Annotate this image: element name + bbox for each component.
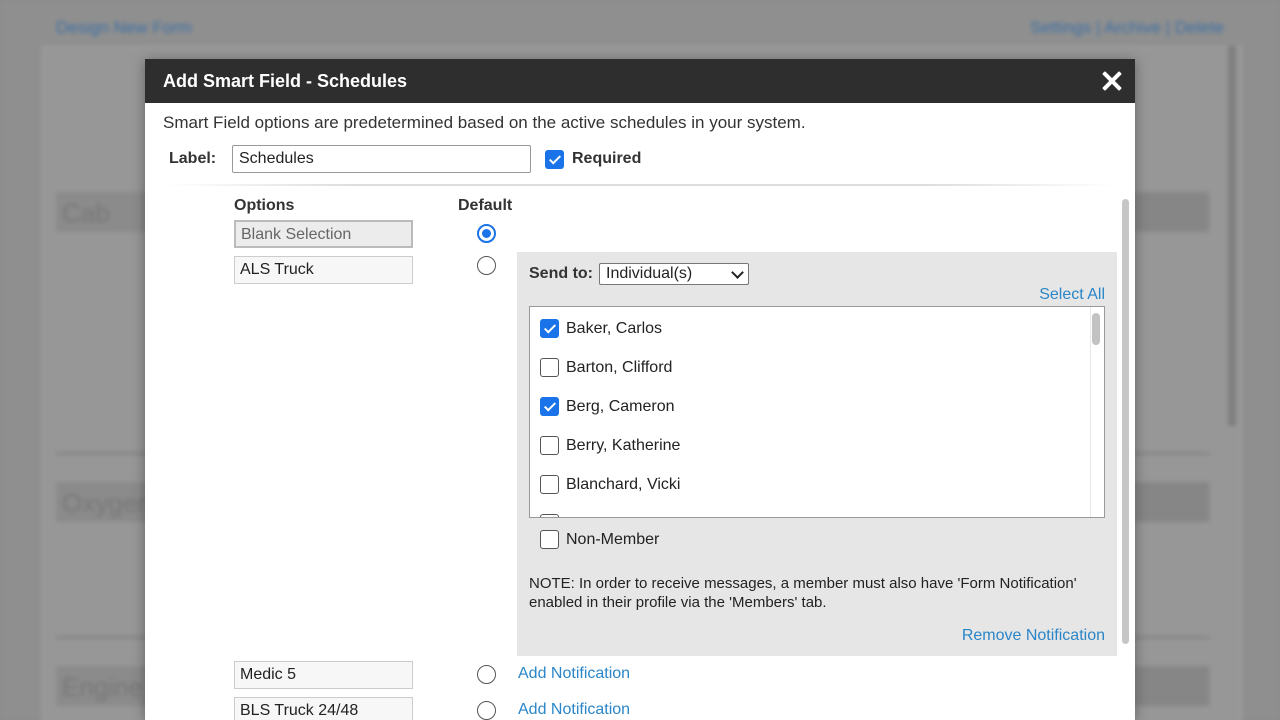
options-column-header: Options xyxy=(234,197,295,214)
bg-card-button xyxy=(1138,666,1208,706)
notification-panel: Send to: Individual(s) Select All Baker,… xyxy=(517,252,1117,656)
non-member-checkbox[interactable] xyxy=(540,530,559,549)
list-item-partial[interactable] xyxy=(540,514,566,517)
member-name: Barton, Clifford xyxy=(566,358,673,376)
modal-scrollbar[interactable] xyxy=(1122,199,1129,644)
top-right-links: Settings | Archive | Delete xyxy=(1029,18,1224,37)
check-icon xyxy=(543,321,556,334)
bg-card-button xyxy=(1138,192,1208,232)
member-name: Berry, Katherine xyxy=(566,436,681,454)
list-item[interactable]: Baker, Carlos xyxy=(540,319,662,338)
background-scrollbar xyxy=(1228,46,1236,426)
member-checkbox[interactable] xyxy=(540,514,559,517)
option-input[interactable]: Medic 5 xyxy=(234,661,413,689)
intro-text: Smart Field options are predetermined ba… xyxy=(163,113,806,132)
member-checkbox[interactable] xyxy=(540,397,559,416)
member-list[interactable]: Baker, Carlos Barton, Clifford Berg, Cam… xyxy=(529,306,1105,518)
send-to-label: Send to: xyxy=(529,265,593,282)
list-item[interactable]: Blanchard, Vicki xyxy=(540,475,680,494)
options-area: Options Default Blank Selection ALS Truc… xyxy=(145,192,1135,720)
smart-field-modal: Add Smart Field - Schedules Smart Field … xyxy=(145,59,1135,720)
member-checkbox[interactable] xyxy=(540,358,559,377)
label-input[interactable] xyxy=(232,145,531,173)
close-icon[interactable] xyxy=(1101,70,1123,92)
option-input[interactable]: Blank Selection xyxy=(234,220,413,248)
bg-card-title: Cab xyxy=(62,198,110,228)
member-name: Blanchard, Vicki xyxy=(566,475,681,493)
default-radio[interactable] xyxy=(477,701,496,720)
non-member-row[interactable]: Non-Member xyxy=(540,530,659,549)
option-input[interactable]: BLS Truck 24/48 xyxy=(234,697,413,720)
member-checkbox[interactable] xyxy=(540,436,559,455)
chevron-down-icon xyxy=(731,265,744,279)
list-scrollbar[interactable] xyxy=(1092,313,1100,345)
default-radio[interactable] xyxy=(477,256,496,275)
design-new-form-link: Design New Form xyxy=(56,18,193,37)
check-icon xyxy=(543,399,556,412)
modal-title: Add Smart Field - Schedules xyxy=(163,70,408,91)
label-row: Label: Required xyxy=(169,145,641,173)
list-item[interactable]: Barton, Clifford xyxy=(540,358,672,377)
remove-notification-link[interactable]: Remove Notification xyxy=(962,627,1105,645)
divider xyxy=(163,184,1118,186)
list-item[interactable]: Berry, Katherine xyxy=(540,436,680,455)
bg-card-button xyxy=(1138,482,1208,522)
member-name: Berg, Cameron xyxy=(566,397,675,415)
label-caption: Label: xyxy=(169,150,217,167)
default-radio[interactable] xyxy=(477,665,496,684)
member-checkbox[interactable] xyxy=(540,475,559,494)
required-checkbox[interactable] xyxy=(545,149,564,169)
add-notification-link[interactable]: Add Notification xyxy=(518,665,630,683)
check-icon xyxy=(548,151,561,165)
add-notification-link[interactable]: Add Notification xyxy=(518,701,630,719)
bg-card-title: Oxygen xyxy=(62,488,152,518)
member-name: Baker, Carlos xyxy=(566,319,663,337)
send-to-row: Send to: Individual(s) xyxy=(529,263,749,285)
bg-card-title: Engine xyxy=(62,672,143,702)
list-item[interactable]: Berg, Cameron xyxy=(540,397,675,416)
required-label: Required xyxy=(572,150,642,167)
default-radio[interactable] xyxy=(477,224,496,243)
list-scrollbar-track xyxy=(1090,307,1091,517)
option-input[interactable]: ALS Truck xyxy=(234,256,413,284)
notification-note: NOTE: In order to receive messages, a me… xyxy=(529,575,1077,611)
modal-header: Add Smart Field - Schedules xyxy=(145,59,1135,103)
send-to-select[interactable]: Individual(s) xyxy=(599,263,749,285)
member-checkbox[interactable] xyxy=(540,319,559,338)
non-member-label: Non-Member xyxy=(566,530,660,548)
select-all-link[interactable]: Select All xyxy=(1039,286,1105,304)
send-to-value: Individual(s) xyxy=(606,265,693,282)
default-column-header: Default xyxy=(458,197,513,214)
